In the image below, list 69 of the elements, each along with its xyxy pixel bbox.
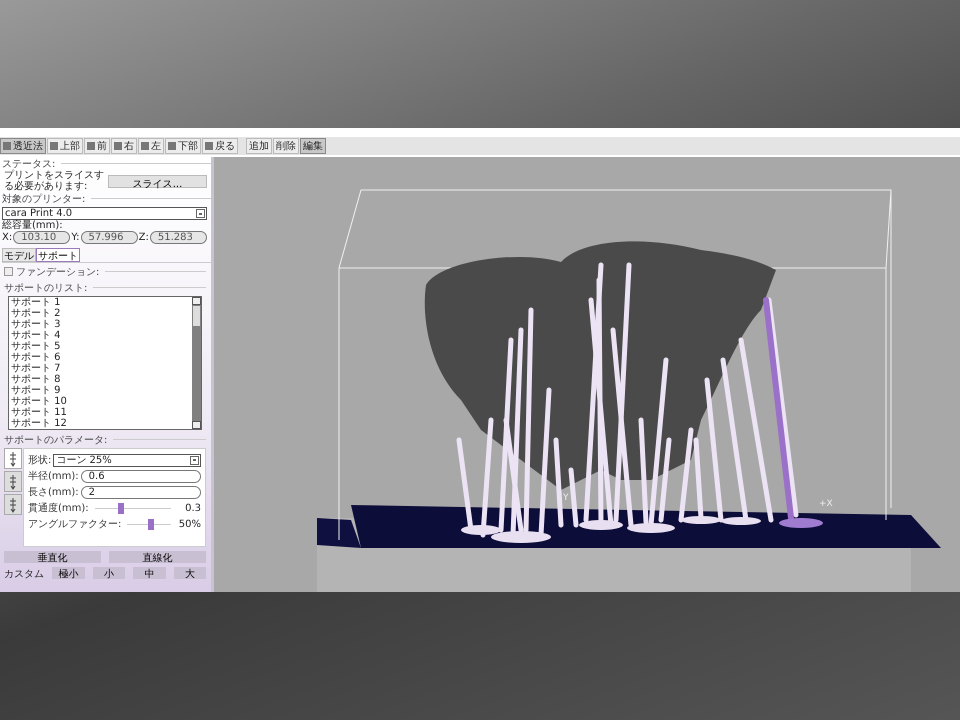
support-type-tab[interactable] xyxy=(4,448,22,469)
volume-label: 総容量(mm): xyxy=(2,220,64,231)
list-item[interactable]: サポート 6 xyxy=(9,352,192,363)
list-item[interactable]: サポート 1 xyxy=(9,297,192,308)
checkbox-label: ファンデーション: xyxy=(16,266,100,278)
support-pin-icon xyxy=(8,474,18,490)
support-listbox[interactable]: サポート 1 サポート 2 サポート 3 サポート 4 サポート 5 サポート 6 サポート 7 サポート 8 サポート 9 サポート 10 サポート 11 サポート 12 xyxy=(8,296,202,430)
list-item[interactable]: サポート 7 xyxy=(9,363,192,374)
field-label: 形状: xyxy=(28,454,52,467)
scrollbar[interactable] xyxy=(192,297,201,429)
view-button[interactable]: 戻る xyxy=(202,138,238,154)
view-button[interactable]: 下部 xyxy=(165,138,201,154)
axis-label: +X xyxy=(819,499,833,509)
view-button[interactable]: 左 xyxy=(138,138,164,154)
support-type-tab[interactable] xyxy=(4,471,22,492)
size-label: カスタム xyxy=(4,568,44,581)
panel-tab[interactable]: サポート xyxy=(36,248,80,262)
list-item[interactable]: サポート 2 xyxy=(9,308,192,319)
slider-thumb[interactable] xyxy=(118,502,124,514)
action-button[interactable]: 垂直化 xyxy=(4,551,101,563)
list-item[interactable]: サポート 8 xyxy=(9,374,192,385)
slider-label: アングルファクター: xyxy=(28,518,122,531)
list-item[interactable]: サポート 5 xyxy=(9,341,192,352)
size-button[interactable]: 極小 xyxy=(52,567,84,579)
axis-label: X: xyxy=(2,232,12,243)
shape-dropdown[interactable]: コーン 25% xyxy=(53,454,201,466)
list-item[interactable]: サポート 10 xyxy=(9,396,192,407)
axis-label: Y xyxy=(563,493,568,503)
axis-label: Z: xyxy=(138,232,149,243)
size-button[interactable]: 大 xyxy=(174,567,206,579)
axis-label: Y: xyxy=(71,232,80,243)
list-item[interactable]: サポート 3 xyxy=(9,319,192,330)
size-button[interactable]: 小 xyxy=(92,567,125,579)
mode-button[interactable]: 削除 xyxy=(273,138,299,154)
slider-label: 貫通度(mm): xyxy=(28,502,89,515)
slider-thumb[interactable] xyxy=(148,518,154,530)
section-heading: 対象のプリンター: xyxy=(2,192,86,206)
volume-field[interactable]: 57.996 xyxy=(80,231,138,244)
field-label: 長さ(mm): xyxy=(28,486,79,499)
slice-button[interactable]: スライス... xyxy=(108,174,207,188)
size-button[interactable]: 中 xyxy=(133,567,166,579)
slider-value: 0.3 xyxy=(184,502,201,514)
view-button[interactable]: 前 xyxy=(84,138,110,154)
volume-field[interactable]: 51.283 xyxy=(150,231,207,244)
list-item[interactable]: サポート 11 xyxy=(9,407,192,418)
list-item[interactable]: サポート 4 xyxy=(9,330,192,341)
view-button[interactable]: 上部 xyxy=(47,138,83,154)
list-item[interactable]: サポート 9 xyxy=(9,385,192,396)
section-heading: サポートのリスト: xyxy=(4,282,88,294)
printer-dropdown[interactable]: cara Print 4.0 xyxy=(2,207,207,220)
view-button[interactable]: 右 xyxy=(111,138,137,154)
list-item[interactable]: サポート 12 xyxy=(9,418,192,429)
field-label: 半径(mm): xyxy=(28,470,79,483)
action-button[interactable]: 直線化 xyxy=(109,551,206,563)
input-field[interactable]: 2 xyxy=(80,486,201,498)
slider-value: 50% xyxy=(178,518,201,530)
checkbox[interactable] xyxy=(4,267,13,276)
input-field[interactable]: 0.6 xyxy=(80,470,201,482)
section-heading: ステータス: xyxy=(2,158,56,170)
support-pin-icon xyxy=(8,450,18,466)
volume-field[interactable]: 103.10 xyxy=(13,231,70,244)
support-pin-icon xyxy=(8,496,18,512)
panel-tab[interactable]: モデル xyxy=(2,248,36,262)
mode-button[interactable]: 編集 xyxy=(300,138,326,154)
support-type-tab[interactable] xyxy=(4,494,22,515)
mode-button[interactable]: 追加 xyxy=(246,138,272,154)
section-heading: サポートのパラメータ: xyxy=(4,434,108,446)
view-button[interactable]: 透近法 xyxy=(0,138,46,154)
status-message: プリントをスライスする必要があります: xyxy=(4,170,104,192)
